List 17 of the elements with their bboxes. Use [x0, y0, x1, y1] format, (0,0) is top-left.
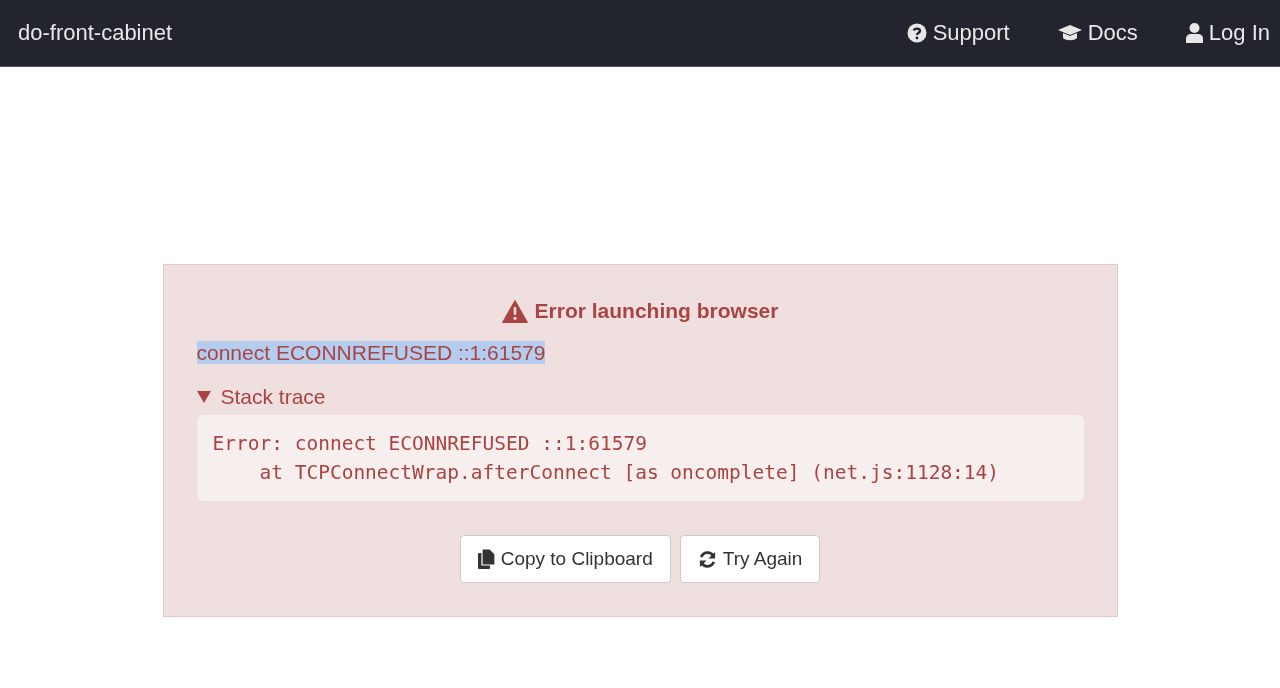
warning-icon [501, 299, 528, 323]
stack-trace-block: Error: connect ECONNREFUSED ::1:61579 at TCPConnectWrap.afterConnect [as oncomplete] (net.js:1128:14) [196, 415, 1084, 501]
triangle-down-icon [196, 391, 211, 403]
error-message: connect ECONNREFUSED ::1:61579 [196, 341, 546, 364]
nav-link[interactable]: Support [906, 20, 1010, 46]
brand-link[interactable]: do-front-cabinet [18, 20, 173, 46]
error-title: Error launching browser [196, 299, 1084, 323]
stack-trace-toggle[interactable]: Stack trace [196, 385, 1084, 409]
copy-button[interactable]: Copy to Clipboard [459, 535, 671, 583]
nav-link[interactable]: Docs [1057, 20, 1138, 46]
question-circle-icon [906, 23, 927, 43]
graduation-cap-icon [1057, 24, 1082, 42]
retry-button[interactable]: Try Again [679, 535, 821, 583]
nav-link[interactable]: Log In [1185, 20, 1270, 46]
refresh-icon [697, 549, 717, 569]
copy-icon [477, 549, 495, 569]
user-icon [1185, 23, 1203, 43]
